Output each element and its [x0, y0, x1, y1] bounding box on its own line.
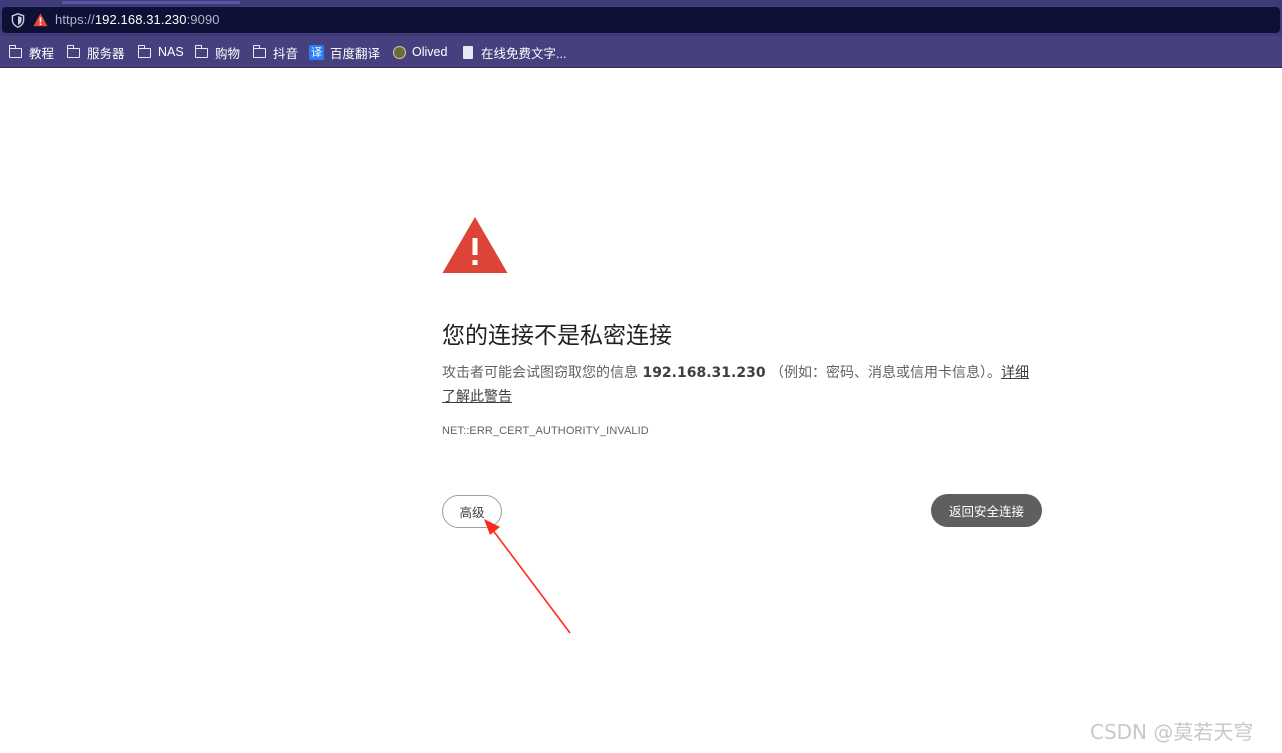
folder-icon — [137, 45, 151, 58]
not-secure-warning-icon[interactable] — [33, 13, 48, 27]
bookmark-folder-servers[interactable]: 服务器 — [66, 43, 125, 61]
folder-icon — [8, 45, 22, 58]
bookmark-folder-shopping[interactable]: 购物 — [194, 43, 241, 61]
bookmark-baidu-translate[interactable]: 译 百度翻译 — [309, 43, 380, 61]
desc-prefix: 攻击者可能会试图窃取您的信息 — [442, 365, 643, 381]
bookmark-olived[interactable]: Olived — [393, 43, 447, 61]
bookmark-online-free-text[interactable]: 在线免费文字... — [463, 43, 566, 61]
active-tab-indicator[interactable] — [62, 1, 240, 4]
bookmark-folder-tutorials[interactable]: 教程 — [8, 43, 55, 61]
bookmark-folder-nas[interactable]: NAS — [137, 43, 184, 61]
bookmark-label: NAS — [158, 45, 184, 59]
bookmark-label: 抖音 — [273, 46, 299, 61]
page-title: 您的连接不是私密连接 — [442, 323, 672, 349]
warning-triangle-icon — [442, 217, 508, 273]
back-to-safety-button[interactable]: 返回安全连接 — [931, 494, 1042, 527]
folder-icon — [194, 45, 208, 58]
olived-icon — [393, 45, 406, 59]
bookmark-label: Olived — [412, 45, 448, 59]
url-host: 192.168.31.230 — [94, 12, 187, 27]
desc-host: 192.168.31.230 — [642, 365, 766, 381]
address-bar: https://192.168.31.230:9090 — [0, 6, 1282, 36]
url-field[interactable]: https://192.168.31.230:9090 — [2, 7, 1280, 33]
bookmark-label: 在线免费文字... — [481, 46, 567, 61]
desc-suffix: （例如：密码、消息或信用卡信息）。 — [765, 365, 1002, 381]
shield-icon[interactable] — [11, 13, 25, 28]
url-port: :9090 — [186, 12, 220, 27]
warning-description: 攻击者可能会试图窃取您的信息 192.168.31.230 （例如：密码、消息或… — [442, 361, 1042, 409]
bookmark-label: 百度翻译 — [330, 46, 381, 61]
watermark: CSDN @莫若天穹 — [1090, 720, 1254, 744]
error-code: NET::ERR_CERT_AUTHORITY_INVALID — [442, 425, 649, 437]
bookmark-label: 服务器 — [87, 46, 125, 61]
baidu-translate-icon: 译 — [309, 44, 324, 60]
folder-icon — [252, 45, 266, 58]
bookmark-folder-douyin[interactable]: 抖音 — [252, 43, 299, 61]
bookmark-label: 教程 — [29, 46, 55, 61]
url-text[interactable]: https://192.168.31.230:9090 — [55, 12, 220, 27]
page-icon — [463, 45, 473, 59]
folder-icon — [66, 45, 80, 58]
url-scheme: https:// — [55, 12, 95, 27]
bookmark-label: 购物 — [215, 46, 241, 61]
bookmarks-bar: 教程 服务器 NAS 购物 抖音 译 百度翻译 Olived 在线免费文字... — [0, 36, 1282, 68]
interstitial-page: 您的连接不是私密连接 攻击者可能会试图窃取您的信息 192.168.31.230… — [0, 68, 1282, 753]
annotation-arrow-icon — [484, 519, 571, 634]
